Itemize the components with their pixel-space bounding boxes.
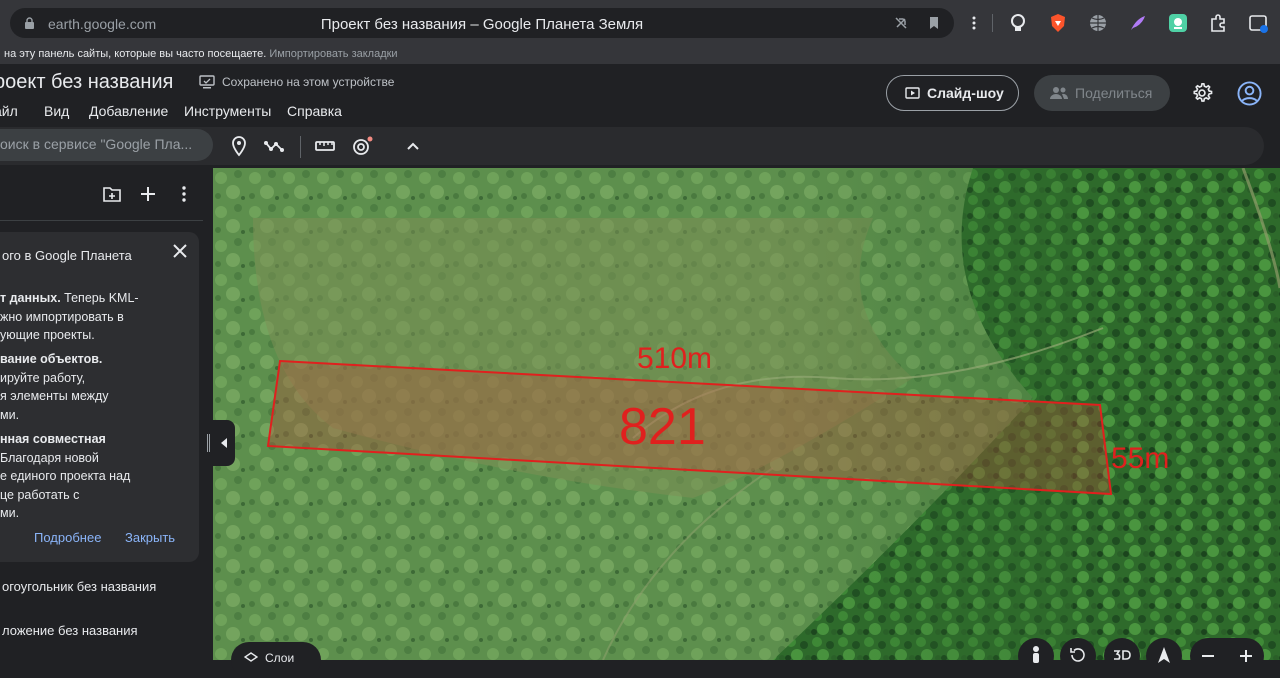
- satellite-imagery: [213, 168, 1280, 660]
- app-header: роект без названия Сохранено на этом уст…: [0, 64, 1280, 168]
- account-icon[interactable]: [1237, 81, 1262, 106]
- no-tracking-icon[interactable]: [893, 15, 909, 31]
- saved-status: Сохранено на этом устройстве: [222, 75, 395, 89]
- layers-icon: [244, 652, 258, 662]
- add-icon[interactable]: [138, 184, 158, 204]
- settings-gear-icon[interactable]: [1191, 82, 1213, 104]
- compass-button[interactable]: [1146, 638, 1182, 674]
- layers-button[interactable]: Слои: [231, 642, 321, 678]
- rotate-icon: [1070, 648, 1085, 662]
- feather-extension-icon[interactable]: [1128, 13, 1148, 33]
- bookmarks-hint: на эту панель сайты, которые вы часто по…: [4, 48, 398, 60]
- browser-toolbar: earth.google.com Проект без названия – G…: [0, 0, 1280, 46]
- downloads-icon[interactable]: [1248, 13, 1268, 33]
- card-paragraph-kml: т данных. Теперь KML- жно импортировать …: [0, 291, 139, 342]
- pegman-icon: [1033, 646, 1039, 663]
- puzzle-extensions-icon[interactable]: [1208, 13, 1228, 33]
- card-paragraph-objects: вание объектов. ируйте работу, я элемент…: [0, 352, 109, 422]
- more-vert-icon[interactable]: [174, 184, 194, 204]
- slideshow-icon: [905, 87, 920, 99]
- slideshow-button[interactable]: Слайд-шоу: [886, 75, 1019, 111]
- street-view-icon[interactable]: [351, 135, 373, 157]
- area-label: 821: [619, 398, 706, 456]
- zoom-in-icon[interactable]: [1238, 648, 1254, 664]
- menu-add[interactable]: Добавление: [89, 103, 168, 119]
- saved-device-icon: [199, 75, 215, 89]
- menu-tools[interactable]: Инструменты: [184, 103, 271, 119]
- card-title: ого в Google Планета: [2, 248, 132, 263]
- brave-shield-icon[interactable]: [1048, 13, 1068, 33]
- new-folder-icon[interactable]: [102, 184, 122, 204]
- close-icon[interactable]: [171, 242, 189, 260]
- menu-file[interactable]: айл: [0, 103, 18, 119]
- chevron-left-icon: [221, 438, 227, 448]
- toolbar-separator: [992, 14, 993, 32]
- layers-label: Слои: [265, 651, 295, 665]
- bookmark-icon[interactable]: [926, 15, 942, 31]
- more-vert-icon[interactable]: [964, 13, 984, 33]
- feature-item-polygon[interactable]: огоугольник без названия: [2, 579, 156, 594]
- feature-item-placemark[interactable]: ложение без названия: [2, 623, 138, 638]
- menu-view[interactable]: Вид: [44, 103, 69, 119]
- zoom-controls[interactable]: [1190, 638, 1264, 674]
- slideshow-label: Слайд-шоу: [927, 85, 1004, 101]
- bookmarks-bar: на эту панель сайты, которые вы часто по…: [0, 46, 1280, 64]
- toolbar-divider: [300, 136, 301, 158]
- ruler-icon[interactable]: [314, 135, 336, 157]
- share-label: Поделиться: [1075, 85, 1153, 101]
- dismiss-link[interactable]: Закрыть: [125, 530, 175, 545]
- import-bookmarks-link[interactable]: Импортировать закладки: [269, 48, 397, 60]
- card-paragraph-collaboration: нная совместная Благодаря новой е единог…: [0, 432, 131, 520]
- teal-extension-icon[interactable]: [1168, 13, 1188, 33]
- zoom-out-icon[interactable]: [1200, 648, 1216, 664]
- chevron-up-icon[interactable]: [402, 135, 424, 157]
- reset-view-button[interactable]: [1060, 638, 1096, 674]
- lightbulb-extension-icon[interactable]: [1008, 13, 1028, 33]
- draw-path-icon[interactable]: [263, 135, 285, 157]
- compass-icon: [1158, 647, 1170, 663]
- projects-panel: ого в Google Планета т данных. Теперь KM…: [0, 168, 213, 660]
- panel-divider: [0, 220, 203, 221]
- search-input[interactable]: оиск в сервисе "Google Пла...: [0, 129, 213, 161]
- menu-help[interactable]: Справка: [287, 103, 342, 119]
- satellite-map[interactable]: 510m 821 55m: [213, 168, 1280, 660]
- width-measure-label: 55m: [1111, 442, 1170, 475]
- whats-new-card: ого в Google Планета т данных. Теперь KM…: [0, 232, 199, 562]
- learn-more-link[interactable]: Подробнее: [34, 530, 101, 545]
- share-button[interactable]: Поделиться: [1034, 75, 1170, 111]
- drag-grip-icon[interactable]: [207, 434, 210, 452]
- people-icon: [1050, 87, 1068, 99]
- search-toolbar: оиск в сервисе "Google Пла...: [0, 127, 1264, 165]
- tab-title: Проект без названия – Google Планета Зем…: [320, 16, 644, 33]
- address-bar[interactable]: earth.google.com Проект без названия – G…: [10, 8, 954, 38]
- collapse-panel-handle[interactable]: [205, 420, 235, 466]
- pegman-button[interactable]: [1018, 638, 1054, 674]
- length-measure-label: 510m: [637, 342, 713, 375]
- toggle-3d-button[interactable]: [1104, 638, 1140, 674]
- globe-extension-icon[interactable]: [1088, 13, 1108, 33]
- project-title[interactable]: роект без названия: [0, 71, 173, 94]
- placemark-icon[interactable]: [228, 135, 250, 157]
